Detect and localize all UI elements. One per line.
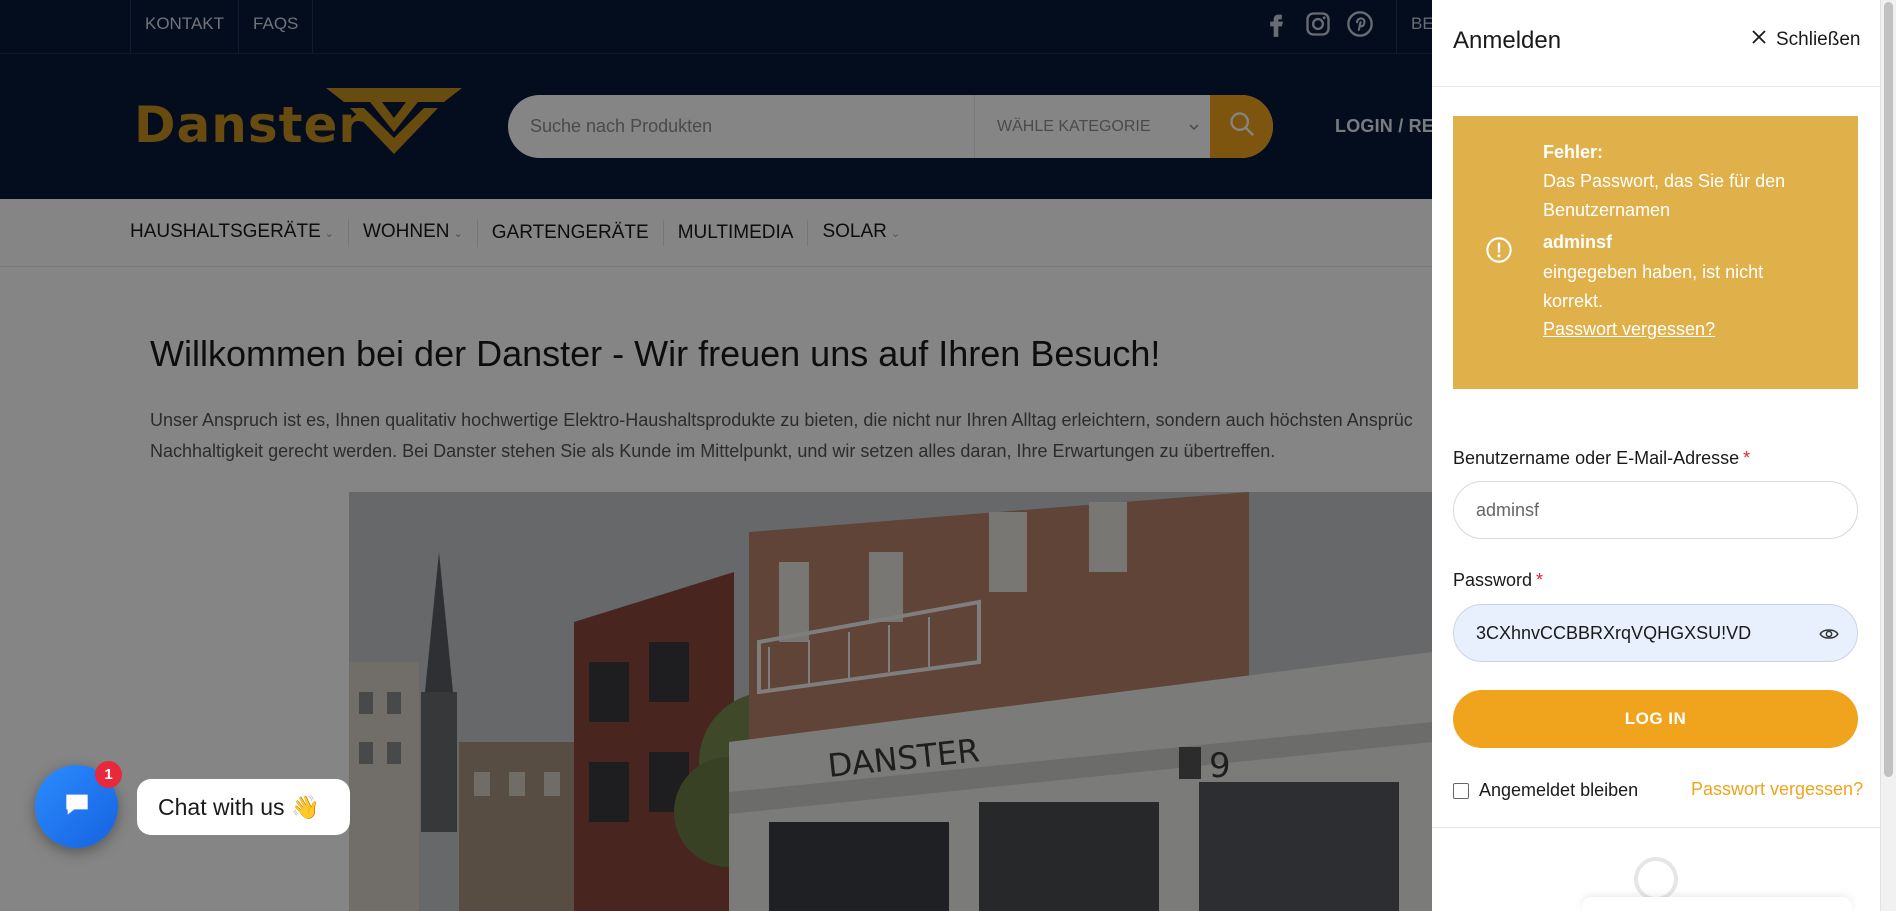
password-input[interactable]: [1453, 604, 1858, 662]
close-button[interactable]: Schließen: [1750, 28, 1861, 52]
required-mark: *: [1743, 448, 1751, 468]
chat-greeting-bubble[interactable]: Chat with us 👋: [137, 779, 350, 835]
close-icon: [1750, 28, 1768, 52]
login-button[interactable]: LOG IN: [1453, 690, 1858, 748]
scrollbar-thumb[interactable]: [1884, 2, 1893, 777]
error-heading: Fehler:: [1543, 142, 1604, 162]
modal-backdrop[interactable]: [0, 0, 1432, 911]
show-password-eye-icon[interactable]: [1819, 624, 1839, 649]
error-line-1: Das Passwort, das Sie für den Benutzerna…: [1543, 171, 1786, 220]
remember-me[interactable]: Angemeldet bleiben: [1453, 780, 1638, 801]
password-label: Password *: [1453, 570, 1544, 590]
panel-title: Anmelden: [1453, 27, 1562, 54]
forgot-password-link[interactable]: Passwort vergessen?: [1691, 779, 1863, 800]
error-line-2: eingegeben haben, ist nicht korrekt.: [1543, 262, 1764, 311]
chat-bubble-icon: [61, 788, 93, 825]
error-forgot-password-link[interactable]: Passwort vergessen?: [1543, 315, 1823, 344]
username-label: Benutzername oder E-Mail-Adresse *: [1453, 448, 1751, 468]
login-side-panel: Anmelden Schließen Fehler: Das Passwort,…: [1432, 0, 1880, 911]
panel-header: Anmelden Schließen: [1432, 0, 1880, 87]
required-mark: *: [1536, 570, 1544, 590]
chat-notification-badge: 1: [95, 761, 122, 788]
remember-me-label: Angemeldet bleiben: [1479, 780, 1639, 800]
error-message-box: Fehler: Das Passwort, das Sie für den Be…: [1453, 116, 1858, 389]
alert-circle-icon: [1485, 236, 1513, 269]
remember-me-checkbox[interactable]: [1453, 782, 1469, 799]
close-label: Schließen: [1776, 29, 1861, 50]
panel-divider: [1432, 827, 1880, 828]
loading-spinner: [1634, 857, 1678, 901]
page-scrollbar[interactable]: [1880, 0, 1896, 911]
panel-bottom-card: [1582, 897, 1852, 911]
username-input[interactable]: [1453, 481, 1858, 539]
error-username: adminsf: [1543, 232, 1613, 252]
